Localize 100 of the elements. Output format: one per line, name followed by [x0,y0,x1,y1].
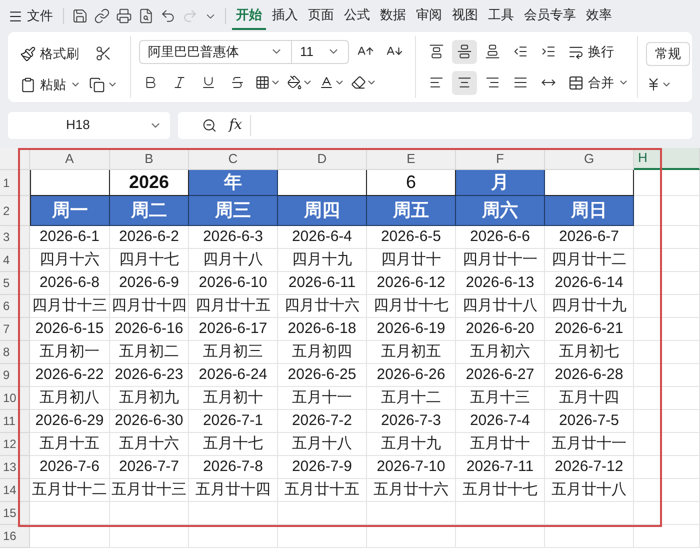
table-cell: 四月廿十四 [110,295,189,318]
row-number[interactable]: 3 [0,226,30,249]
table-cell: 四月十八 [189,249,278,272]
row-number[interactable]: 8 [0,341,30,364]
table-cell: 四月十六 [30,249,110,272]
zoom-out-icon [202,118,217,132]
merge-button[interactable]: 合并 [568,72,629,92]
table-cell: 五月廿十六 [367,479,456,502]
align-bottom-icon [485,44,500,59]
format-painter-button[interactable]: 格式刷 [20,44,79,64]
align-middle-icon [457,44,472,59]
row-number[interactable]: 1 [0,170,30,196]
ribbon-tab[interactable]: 公式 [340,2,374,30]
table-cell: 五月初三 [189,341,278,364]
indent-icon [541,44,556,59]
table-cell: 2026-6-26 [367,364,456,387]
row-number[interactable]: 12 [0,433,30,456]
select-all-corner[interactable] [0,148,30,170]
column-header[interactable]: F [456,148,545,170]
paste-button[interactable]: 粘贴 [20,74,81,94]
ribbon-tab[interactable]: 开始 [232,2,266,30]
table-cell: 五月十五 [30,433,110,456]
table-cell: 2026-6-11 [278,272,367,295]
table-cell: 2026-6-29 [30,410,110,433]
number-format-select[interactable]: 常规 [646,42,690,66]
table-cell: 五月十四 [545,387,634,410]
ribbon-tab[interactable]: 插入 [268,2,302,30]
table-cell: 2026-6-3 [189,226,278,249]
borders-button[interactable] [255,75,281,90]
grid-icon [255,75,270,90]
align-center-button[interactable] [452,70,477,94]
table-cell: 2026-7-1 [189,410,278,433]
align-right-icon [485,75,500,90]
header-cell: 周四 [278,196,367,226]
ribbon-tab[interactable]: 页面 [304,2,338,30]
wrap-text-button[interactable]: 换行 [568,42,614,62]
row-number[interactable]: 15 [0,502,30,525]
column-header[interactable]: H [634,148,700,170]
table-cell: 2026-6-1 [30,226,110,249]
table-cell: 五月十六 [110,433,189,456]
table-cell: 2026-6-7 [545,226,634,249]
row-number[interactable]: 6 [0,295,30,318]
print-button[interactable] [114,8,134,24]
column-header[interactable]: D [278,148,367,170]
table-cell: 2026-6-8 [30,272,110,295]
header-cell: 周一 [30,196,110,226]
header-cell: 年 [189,170,278,196]
align-left-icon [429,75,444,90]
table-cell: 四月廿十二 [545,249,634,272]
file-menu[interactable]: 文件 [4,6,57,26]
align-middle-button[interactable] [452,40,477,64]
table-cell: 2026-6-12 [367,272,456,295]
ribbon-tab[interactable]: 工具 [484,2,518,30]
row-number[interactable]: 5 [0,272,30,295]
column-header[interactable]: G [545,148,634,170]
table-cell: 四月廿十五 [189,295,278,318]
row-number[interactable]: 10 [0,387,30,410]
table-cell: 五月十七 [189,433,278,456]
name-box[interactable]: H18 [8,112,170,138]
table-cell: 2026-7-5 [545,410,634,433]
copy-button[interactable] [89,76,118,93]
table-cell: 五月十八 [278,433,367,456]
table-cell: 2026-7-4 [456,410,545,433]
ribbon-tab[interactable]: 审阅 [412,2,446,30]
table-cell: 2026-6-13 [456,272,545,295]
row-number[interactable]: 4 [0,249,30,272]
column-header[interactable]: E [367,148,456,170]
table-cell: 2026-6-19 [367,318,456,341]
font-color-button[interactable] [319,75,345,90]
formula-bar[interactable]: fx [178,112,692,138]
ribbon-tab[interactable]: 会员专享 [520,2,580,30]
row-number[interactable]: 9 [0,364,30,387]
underline-icon [201,75,216,90]
column-header[interactable]: A [30,148,110,170]
header-cell: 周日 [545,196,634,226]
table-cell: 四月廿十 [367,249,456,272]
row-number[interactable]: 11 [0,410,30,433]
table-cell: 2026-7-9 [278,456,367,479]
row-number[interactable]: 2 [0,196,30,226]
paintbrush-icon [20,46,36,62]
column-header[interactable]: C [189,148,278,170]
table-cell: 6 [367,170,456,196]
row-number[interactable]: 16 [0,525,30,548]
ribbon-tab[interactable]: 视图 [448,2,482,30]
table-cell: 2026-6-10 [189,272,278,295]
redo-icon [182,8,198,24]
ribbon-tab[interactable]: 数据 [376,2,410,30]
clipboard-icon [20,76,36,93]
table-cell: 2026-7-10 [367,456,456,479]
column-header[interactable]: B [110,148,189,170]
ribbon-tab[interactable]: 效率 [582,2,616,30]
table-cell: 五月初五 [367,341,456,364]
clear-button[interactable] [351,75,377,90]
table-cell: 五月初四 [278,341,367,364]
row-number[interactable]: 14 [0,479,30,502]
row-number[interactable]: 7 [0,318,30,341]
row-number[interactable]: 13 [0,456,30,479]
merge-icon [568,74,584,90]
fill-color-button[interactable] [287,75,313,90]
link-button[interactable] [92,8,112,24]
